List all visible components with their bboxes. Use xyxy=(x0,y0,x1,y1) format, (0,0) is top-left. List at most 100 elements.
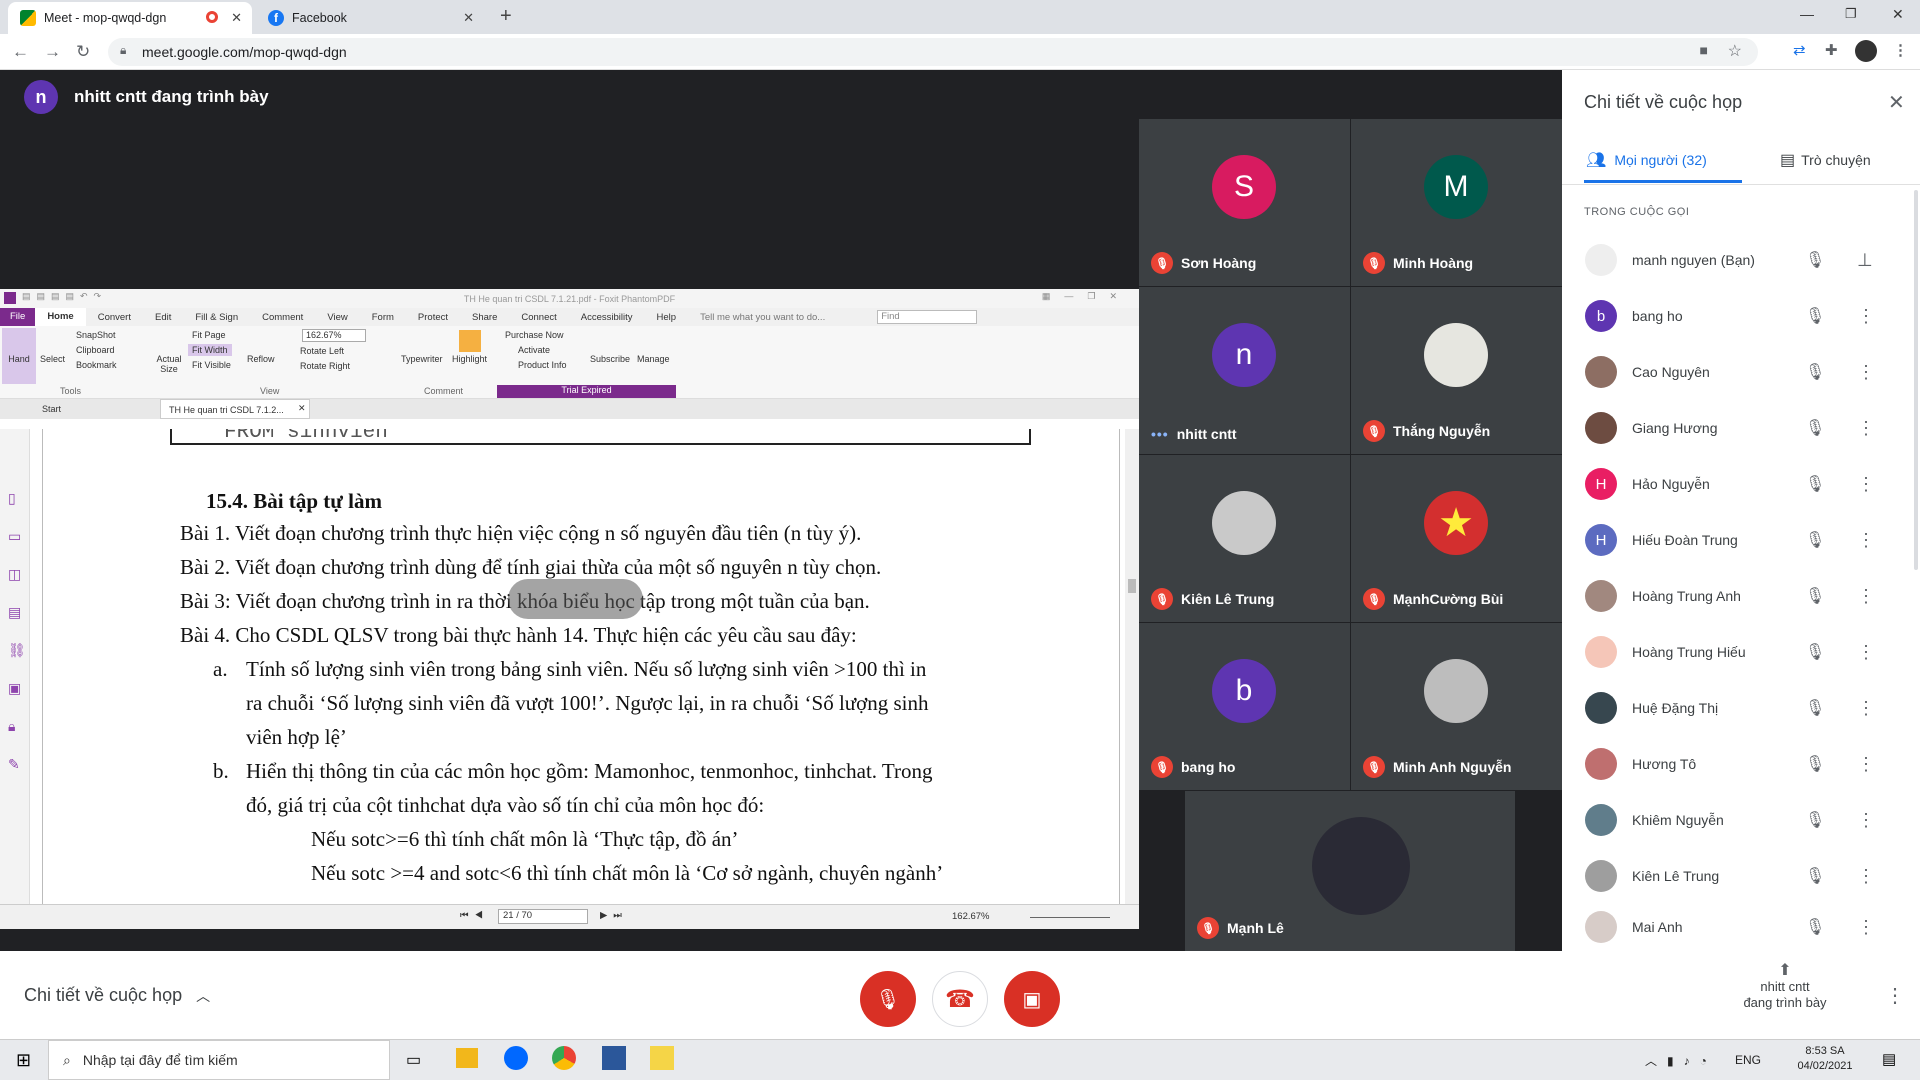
chrome-menu-icon[interactable]: ⋮ xyxy=(1893,41,1908,59)
foxit-icon[interactable] xyxy=(650,1046,674,1070)
ribbon-tab[interactable]: Share xyxy=(460,312,509,323)
zoom-select[interactable]: 162.67% xyxy=(302,329,366,342)
participant-tile[interactable]: 🎙︎ Kiên Lê Trung xyxy=(1139,455,1350,622)
ribbon-tab-file[interactable]: File xyxy=(0,308,36,326)
close-tab-icon[interactable]: ✕ xyxy=(463,10,474,26)
clipboard-button[interactable]: Clipboard xyxy=(76,345,115,355)
more-options-icon[interactable]: ⋮ xyxy=(1857,698,1875,719)
close-tab-icon[interactable]: ✕ xyxy=(231,10,242,26)
fit-visible-button[interactable]: Fit Visible xyxy=(192,360,231,370)
ribbon-tab[interactable]: Edit xyxy=(143,312,183,323)
new-tab-icon[interactable]: + xyxy=(500,5,512,28)
participant-row[interactable]: b bang ho 🎙︎ ⋮ xyxy=(1562,288,1920,344)
leave-call-button[interactable]: ☎︎ xyxy=(932,971,988,1027)
zoom-overlay-control[interactable] xyxy=(508,579,643,619)
ribbon-tab[interactable]: Fill & Sign xyxy=(183,312,250,323)
participant-tile[interactable]: M 🎙︎ Minh Hoàng xyxy=(1351,119,1562,286)
tab-people[interactable]: 👥︎ Mọi người (32) xyxy=(1586,150,1707,170)
system-tray-icons[interactable]: ︿▮♪◔ xyxy=(1645,1052,1717,1069)
windows-start-icon[interactable]: ⊞ xyxy=(16,1050,31,1071)
participant-row[interactable]: Hoàng Trung Anh 🎙︎ ⋮ xyxy=(1562,568,1920,624)
mic-off-icon[interactable]: 🎙︎ xyxy=(1805,698,1825,718)
purchase-button[interactable]: Purchase Now xyxy=(505,330,564,340)
minimize-icon[interactable]: — xyxy=(1800,6,1814,22)
scroll-thumb[interactable] xyxy=(1128,579,1136,593)
participant-tile[interactable]: S 🎙︎ Sơn Hoàng xyxy=(1139,119,1350,286)
file-explorer-icon[interactable] xyxy=(456,1048,478,1068)
ribbon-tab[interactable]: Comment xyxy=(250,312,315,323)
participant-row[interactable]: manh nguyen (Bạn) 🎙︎ ⊥ xyxy=(1562,232,1920,288)
participant-row[interactable]: Kiên Lê Trung 🎙︎ ⋮ xyxy=(1562,848,1920,904)
typewriter-button[interactable]: Typewriter xyxy=(401,354,443,364)
find-input[interactable]: Find xyxy=(877,310,978,324)
activate-button[interactable]: Activate xyxy=(518,345,550,355)
bookmark-button[interactable]: Bookmark xyxy=(76,360,117,370)
back-icon[interactable]: ← xyxy=(12,42,29,62)
more-options-icon[interactable]: ⋮ xyxy=(1857,917,1875,938)
participant-row[interactable]: Mai Anh 🎙︎ ⋮ xyxy=(1562,904,1920,950)
clock[interactable]: 8:53 SA 04/02/2021 xyxy=(1795,1044,1855,1074)
mic-off-icon[interactable]: 🎙︎ xyxy=(1805,642,1825,662)
participant-row[interactable]: Huệ Đặng Thị 🎙︎ ⋮ xyxy=(1562,680,1920,736)
more-options-icon[interactable]: ⋮ xyxy=(1885,983,1905,1008)
highlight-button[interactable]: Highlight xyxy=(452,354,487,364)
product-info-button[interactable]: Product Info xyxy=(518,360,567,370)
pin-icon[interactable]: ⊥ xyxy=(1857,250,1873,271)
fit-page-button[interactable]: Fit Page xyxy=(192,330,226,340)
bookmark-star-icon[interactable]: ☆ xyxy=(1728,41,1742,61)
more-options-icon[interactable]: ⋮ xyxy=(1857,586,1875,607)
mic-off-icon[interactable]: 🎙︎ xyxy=(1805,474,1825,494)
participant-tile[interactable]: 🎙︎ Mạnh Lê xyxy=(1185,791,1515,951)
meeting-details-button[interactable]: Chi tiết về cuộc họp ︿ xyxy=(24,985,210,1006)
ribbon-tab[interactable]: Protect xyxy=(406,312,460,323)
tab-meet[interactable]: Meet - mop-qwqd-dgn ✕ xyxy=(8,2,252,34)
participant-row[interactable]: Hương Tô 🎙︎ ⋮ xyxy=(1562,736,1920,792)
camera-toggle-button[interactable]: ▣ xyxy=(1004,971,1060,1027)
more-options-icon[interactable]: ⋮ xyxy=(1857,754,1875,775)
restore-icon[interactable]: ❐ xyxy=(1845,6,1857,22)
ribbon-tab[interactable]: Form xyxy=(360,312,406,323)
language-indicator[interactable]: ENG xyxy=(1735,1053,1761,1067)
chrome-icon[interactable] xyxy=(552,1046,576,1070)
mic-off-icon[interactable]: 🎙︎ xyxy=(1805,306,1825,326)
translate-icon[interactable]: ⇄ xyxy=(1793,41,1806,59)
subscribe-button[interactable]: Subscribe xyxy=(590,354,630,364)
omnibox[interactable]: 🔒︎ meet.google.com/mop-qwqd-dgn ■ ☆ xyxy=(108,38,1758,66)
participant-tile[interactable]: 🎙︎ Minh Anh Nguyễn xyxy=(1351,623,1562,790)
task-view-icon[interactable]: ▭ xyxy=(406,1050,421,1070)
fit-width-button[interactable]: Fit Width xyxy=(188,344,232,356)
mic-off-icon[interactable]: 🎙︎ xyxy=(1805,586,1825,606)
participant-row[interactable]: Cao Nguyên 🎙︎ ⋮ xyxy=(1562,344,1920,400)
mic-off-icon[interactable]: 🎙︎ xyxy=(1805,362,1825,382)
more-options-icon[interactable]: ⋮ xyxy=(1857,530,1875,551)
more-options-icon[interactable]: ⋮ xyxy=(1857,866,1875,887)
select-tool-button[interactable]: Select xyxy=(40,354,65,364)
mic-off-icon[interactable]: 🎙︎ xyxy=(1805,917,1825,937)
participant-row[interactable]: Giang Hương 🎙︎ ⋮ xyxy=(1562,400,1920,456)
camera-indicator-icon[interactable]: ■ xyxy=(1700,42,1708,58)
close-doc-tab-icon[interactable]: ✕ xyxy=(298,403,306,414)
more-options-icon[interactable]: ⋮ xyxy=(1857,474,1875,495)
word-icon[interactable] xyxy=(602,1046,626,1070)
pdf-scrollbar[interactable] xyxy=(1125,429,1139,904)
reload-icon[interactable]: ↻ xyxy=(76,42,90,62)
more-options-icon[interactable]: ⋮ xyxy=(1857,642,1875,663)
panel-scrollbar[interactable] xyxy=(1914,190,1918,570)
participant-tile[interactable]: ★ 🎙︎ MạnhCường Bùi xyxy=(1351,455,1562,622)
snapshot-button[interactable]: SnapShot xyxy=(76,330,116,340)
extensions-icon[interactable]: ✚ xyxy=(1825,41,1838,59)
more-options-icon[interactable]: ⋮ xyxy=(1857,362,1875,383)
doc-tab-start[interactable]: Start xyxy=(42,404,61,414)
actual-size-button[interactable]: Actual Size xyxy=(154,354,184,374)
participant-row[interactable]: Hoàng Trung Hiếu 🎙︎ ⋮ xyxy=(1562,624,1920,680)
ribbon-tab[interactable]: Accessibility xyxy=(569,312,645,323)
presentation-status[interactable]: ⬆ nhitt cntt đang trình bày xyxy=(1720,963,1850,1011)
more-options-icon[interactable]: ⋮ xyxy=(1857,418,1875,439)
close-panel-icon[interactable]: ✕ xyxy=(1888,90,1905,115)
taskbar-search[interactable]: ⌕ Nhập tại đây để tìm kiếm xyxy=(48,1040,390,1080)
hand-tool-button[interactable]: Hand xyxy=(2,328,36,384)
close-window-icon[interactable]: ✕ xyxy=(1892,6,1904,23)
ribbon-tab[interactable]: View xyxy=(315,312,359,323)
mic-off-icon[interactable]: 🎙︎ xyxy=(1805,530,1825,550)
mic-off-icon[interactable]: 🎙︎ xyxy=(1805,754,1825,774)
